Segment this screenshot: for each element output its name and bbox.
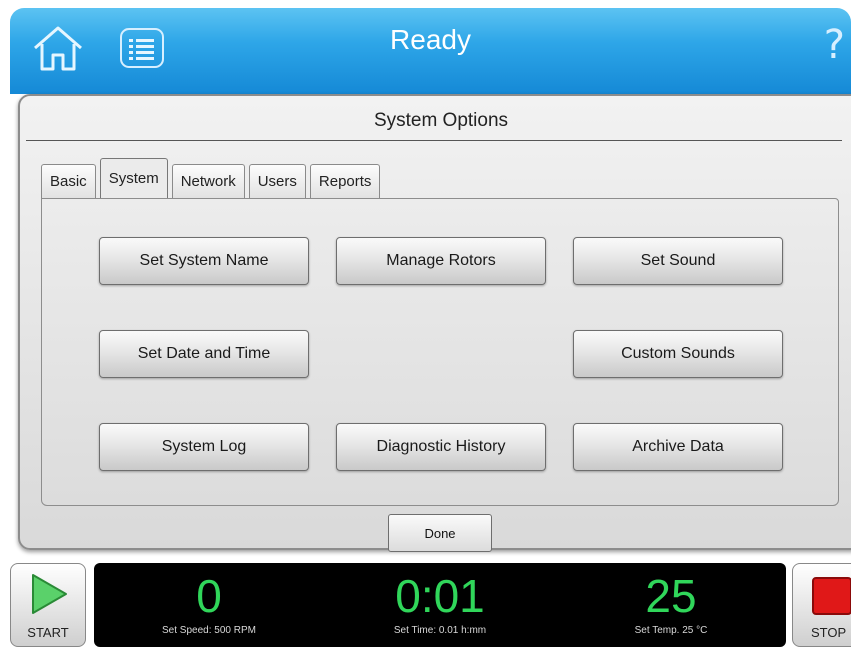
tab-users[interactable]: Users — [248, 164, 306, 198]
tab-system[interactable]: System — [99, 158, 168, 198]
archive-data-button[interactable]: Archive Data — [573, 423, 783, 471]
temp-value: 25 — [645, 570, 697, 622]
tab-reports[interactable]: Reports — [309, 164, 381, 198]
stop-square-icon — [812, 577, 851, 615]
play-triangle-icon — [32, 574, 67, 614]
system-options-dialog: System Options Basic System Network User… — [18, 94, 851, 552]
tab-basic[interactable]: Basic — [41, 164, 96, 198]
temp-readout: 25 Set Temp. 25 °C — [556, 569, 786, 636]
title-divider — [26, 140, 842, 141]
manage-rotors-button[interactable]: Manage Rotors — [336, 237, 546, 285]
tab-panel-system: Set System Name Manage Rotors Set Sound … — [41, 198, 839, 506]
tab-network[interactable]: Network — [171, 164, 245, 198]
set-time-label: Set Time: 0.01 h:mm — [393, 625, 487, 636]
start-label: START — [27, 625, 69, 640]
custom-sounds-button[interactable]: Custom Sounds — [573, 330, 783, 378]
help-icon[interactable]: ? — [824, 22, 845, 68]
done-button[interactable]: Done — [388, 514, 492, 552]
set-sound-button[interactable]: Set Sound — [573, 237, 783, 285]
run-status-panel: 0 Set Speed: 500 RPM 0:01 Set Time: 0.01… — [94, 563, 786, 647]
start-button[interactable]: START — [10, 563, 86, 647]
status-title: Ready — [390, 24, 471, 55]
time-value: 0:01 — [395, 570, 485, 622]
tab-bar: Basic System Network Users Reports — [41, 158, 384, 198]
diagnostic-history-button[interactable]: Diagnostic History — [336, 423, 546, 471]
set-speed-label: Set Speed: 500 RPM — [162, 625, 256, 636]
speed-value: 0 — [196, 570, 222, 622]
dialog-title: System Options — [373, 110, 509, 131]
set-system-name-button[interactable]: Set System Name — [99, 237, 309, 285]
time-readout: 0:01 Set Time: 0.01 h:mm — [325, 569, 555, 636]
title-bar: Ready ? — [10, 8, 851, 94]
stop-button[interactable]: STOP — [792, 563, 851, 647]
set-temp-label: Set Temp. 25 °C — [634, 625, 708, 636]
speed-readout: 0 Set Speed: 500 RPM — [94, 569, 324, 636]
set-date-time-button[interactable]: Set Date and Time — [99, 330, 309, 378]
stop-label: STOP — [811, 625, 847, 640]
system-log-button[interactable]: System Log — [99, 423, 309, 471]
